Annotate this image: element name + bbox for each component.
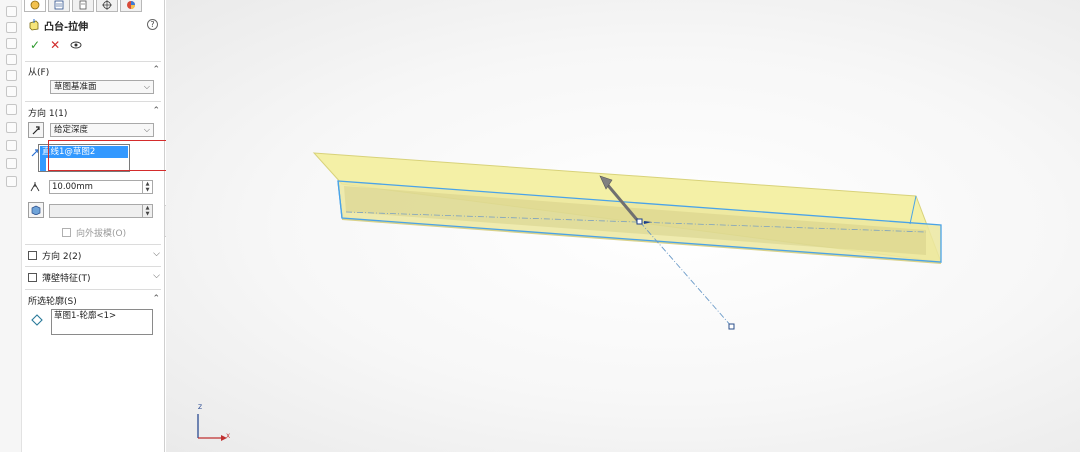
tree-tool-icon[interactable] [6,6,17,17]
section-selected-contours-header[interactable]: 所选轮廓(S) ⌃ [28,294,160,307]
callout-highlight-box [48,140,174,171]
draft-cube-icon [31,205,41,215]
tab-property-manager[interactable] [48,0,70,12]
feature-title: 凸台-拉伸 [44,21,89,33]
selection-highlight [40,158,46,171]
property-manager: 凸台-拉伸 ? ✓ ✕ 从(F) ⌃ 草图基准面 ⌵ 方向 1(1) ⌃ 给定深… [22,0,174,452]
sketch-endpoint[interactable] [728,323,735,330]
section-divider [25,101,161,102]
crosshair-icon [102,0,112,10]
tree-tool-icon[interactable] [6,38,17,49]
section-selected-contours-label: 所选轮廓(S) [28,296,77,307]
collapse-chevron-icon[interactable]: ⌃ [152,294,160,304]
help-icon[interactable]: ? [147,19,158,30]
from-condition-value: 草图基准面 [54,82,97,92]
draft-toggle-button[interactable] [28,202,44,218]
ok-button[interactable]: ✓ [30,38,40,52]
collapse-chevron-icon[interactable]: ⌃ [152,65,160,75]
tab-configuration-manager[interactable] [72,0,94,12]
depth-value: 10.00mm [52,182,93,192]
section-divider [25,266,161,267]
action-buttons: ✓ ✕ [30,38,82,52]
tree-tool-icon[interactable] [6,176,17,187]
expand-chevron-icon[interactable]: ⌵ [153,271,160,281]
section-direction1-header[interactable]: 方向 1(1) ⌃ [28,106,160,119]
tab-display-manager[interactable] [120,0,142,12]
depth-icon [28,180,42,194]
extrude-origin-handle[interactable] [636,218,643,225]
tree-tool-icon[interactable] [6,54,17,65]
section-thin-feature-label: 薄壁特征(T) [42,273,91,284]
feature-tree-toolbar [0,0,22,452]
expand-chevron-icon[interactable]: ⌵ [153,249,160,259]
end-condition-select[interactable]: 给定深度 ⌵ [50,123,154,137]
tree-tool-icon[interactable] [6,122,17,133]
section-direction1-label: 方向 1(1) [28,108,68,119]
selected-contours-list[interactable]: 草图1-轮廓<1> [51,309,153,335]
tab-feature-manager[interactable] [24,0,46,12]
draft-outward-label: 向外拔模(O) [76,228,127,239]
boss-extrude-icon [29,19,39,31]
end-condition-value: 给定深度 [54,125,89,135]
graphics-viewport[interactable]: Z X [166,0,1080,452]
tree-tool-icon[interactable] [6,70,17,81]
triad-x-label: X [226,433,231,440]
section-from-header[interactable]: 从(F) ⌃ [28,65,160,78]
manager-tabs [22,0,165,13]
from-condition-select[interactable]: 草图基准面 ⌵ [50,80,154,94]
section-divider [25,61,161,62]
feature-title-row: 凸台-拉伸 ? [28,18,158,33]
preview-eye-icon[interactable] [70,40,82,50]
section-divider [25,289,161,290]
depth-input[interactable]: 10.00mm ▲ ▼ [49,180,153,194]
reverse-arrow-icon [32,126,40,135]
reverse-direction-button[interactable] [28,122,44,138]
section-direction2-label: 方向 2(2) [42,251,82,262]
tree-tool-icon[interactable] [6,22,17,33]
thin-feature-checkbox[interactable] [28,272,37,282]
section-direction2-header[interactable]: 方向 2(2) ⌵ [28,249,160,262]
selected-contour-item[interactable]: 草图1-轮廓<1> [54,311,116,321]
tree-tool-icon[interactable] [6,140,17,151]
feature-tree-icon [30,0,40,9]
collapse-chevron-icon[interactable]: ⌃ [152,106,160,116]
configuration-icon [79,0,87,9]
triad-z-label: Z [198,404,203,411]
tree-tool-icon[interactable] [6,104,17,115]
stepper-arrows[interactable]: ▲ ▼ [142,181,152,193]
direction2-checkbox[interactable] [28,250,37,260]
draft-angle-input[interactable]: ▲ ▼ [49,204,153,218]
property-list-icon [54,0,64,9]
draft-outward-checkbox[interactable] [62,227,71,237]
tree-tool-icon[interactable] [6,86,17,97]
section-divider [25,244,161,245]
chevron-down-icon: ⌵ [143,125,150,134]
section-thin-feature-header[interactable]: 薄壁特征(T) ⌵ [28,271,160,284]
display-pie-icon [127,0,135,9]
tab-dimxpert-manager[interactable] [96,0,118,12]
cancel-button[interactable]: ✕ [50,38,60,52]
chevron-down-icon: ⌵ [143,82,150,91]
section-from-label: 从(F) [28,67,50,78]
tree-tool-icon[interactable] [6,158,17,169]
draft-outward-checkbox-row[interactable]: 向外拔模(O) [62,226,127,239]
stepper-arrows[interactable]: ▲ ▼ [142,205,152,217]
contour-diamond-icon [30,313,44,327]
model-preview [197,152,942,441]
